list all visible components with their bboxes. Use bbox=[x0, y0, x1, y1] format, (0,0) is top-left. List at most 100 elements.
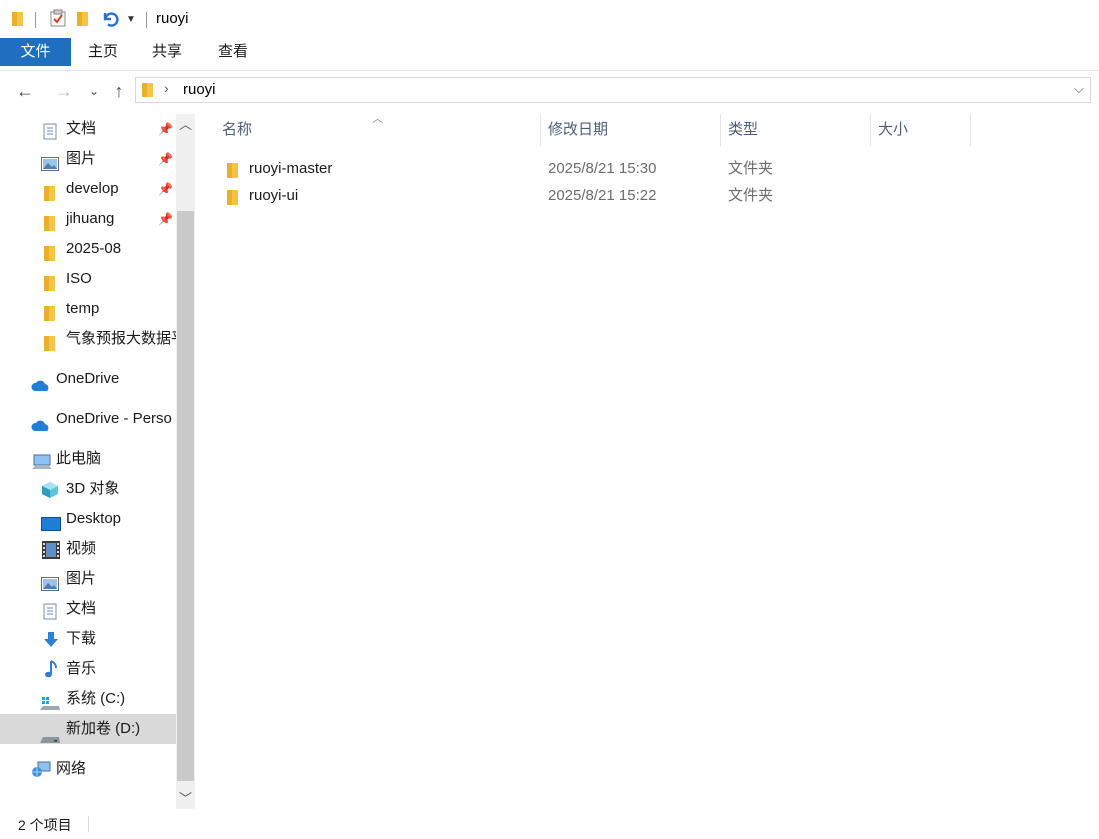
system-drive-icon bbox=[40, 692, 60, 714]
new-folder-icon[interactable] bbox=[77, 11, 89, 31]
file-modified: 2025/8/21 15:30 bbox=[548, 160, 657, 177]
column-header-type[interactable]: 类型 bbox=[728, 114, 858, 146]
column-header-name[interactable]: 名称 bbox=[222, 114, 532, 146]
ribbon-tabs: 文件 主页 共享 查看 bbox=[0, 38, 1099, 71]
folder-icon bbox=[44, 242, 56, 264]
folder-icon bbox=[12, 11, 24, 31]
documents-icon bbox=[42, 121, 58, 144]
nav-item-label: 系统 (C:) bbox=[66, 690, 126, 707]
nav-item-label: Desktop bbox=[66, 510, 122, 527]
nav-item-label: 新加卷 (D:) bbox=[66, 720, 141, 737]
nav-item-temp[interactable]: temp bbox=[0, 294, 176, 324]
drive-icon bbox=[40, 725, 60, 744]
scroll-up-chevron-icon[interactable]: ︿ bbox=[176, 116, 195, 134]
nav-item-videos[interactable]: 视频 bbox=[0, 534, 176, 564]
onedrive-icon bbox=[31, 373, 51, 394]
nav-item-label: 气象预报大数据平 bbox=[66, 330, 176, 347]
nav-item-label: 3D 对象 bbox=[66, 480, 120, 497]
file-name: ruoyi-master bbox=[249, 160, 333, 177]
breadcrumb-ruoyi[interactable]: ruoyi bbox=[183, 81, 216, 98]
onedrive-icon bbox=[31, 413, 51, 434]
recent-locations-chevron-icon[interactable]: ⌄ bbox=[82, 79, 106, 103]
nav-item-label: 文档 bbox=[66, 600, 97, 617]
column-divider[interactable] bbox=[870, 114, 871, 146]
properties-icon[interactable] bbox=[49, 9, 67, 31]
nav-item-drive-c[interactable]: 系统 (C:) bbox=[0, 684, 176, 714]
tab-file[interactable]: 文件 bbox=[0, 38, 71, 66]
nav-item-onedrive-personal[interactable]: OneDrive - Perso bbox=[0, 404, 176, 434]
nav-item-jihuang[interactable]: jihuang 📌 bbox=[0, 204, 176, 234]
nav-item-label: ISO bbox=[66, 270, 92, 287]
downloads-icon bbox=[42, 630, 60, 654]
status-divider bbox=[88, 816, 89, 832]
column-header-size[interactable]: 大小 bbox=[878, 114, 958, 146]
file-row[interactable]: ruoyi-master 2025/8/21 15:30 文件夹 bbox=[214, 155, 974, 182]
folder-icon bbox=[44, 302, 56, 324]
videos-icon bbox=[42, 540, 60, 564]
nav-item-2025-08[interactable]: 2025-08 bbox=[0, 234, 176, 264]
item-count: 2 个项目 bbox=[18, 817, 72, 833]
nav-item-label: 视频 bbox=[66, 540, 97, 557]
nav-item-pictures[interactable]: 图片 📌 bbox=[0, 144, 176, 174]
column-divider[interactable] bbox=[970, 114, 971, 146]
folder-icon bbox=[44, 212, 56, 234]
desktop-icon bbox=[41, 512, 61, 534]
nav-item-network[interactable]: 网络 bbox=[0, 754, 176, 784]
address-dropdown-icon[interactable]: ⌵ bbox=[1074, 81, 1084, 97]
this-pc-icon bbox=[32, 451, 52, 474]
pin-icon[interactable]: 📌 bbox=[158, 212, 173, 226]
nav-item-drive-d[interactable]: 新加卷 (D:) bbox=[0, 714, 176, 744]
column-divider[interactable] bbox=[720, 114, 721, 146]
nav-item-label: jihuang bbox=[66, 210, 115, 227]
toolbar-separator bbox=[35, 12, 36, 28]
nav-item-3d-objects[interactable]: 3D 对象 bbox=[0, 474, 176, 504]
music-icon bbox=[44, 659, 58, 684]
address-bar[interactable] bbox=[135, 77, 1091, 103]
nav-item-label: temp bbox=[66, 300, 100, 317]
nav-item-desktop[interactable]: Desktop bbox=[0, 504, 176, 534]
documents-icon bbox=[42, 601, 58, 624]
folder-icon bbox=[44, 332, 56, 354]
folder-icon bbox=[227, 187, 239, 214]
nav-pane-scroll-thumb[interactable] bbox=[177, 211, 194, 781]
nav-item-label: 音乐 bbox=[66, 660, 97, 677]
nav-item-pictures-pc[interactable]: 图片 bbox=[0, 564, 176, 594]
toolbar-separator bbox=[146, 12, 147, 28]
pictures-icon bbox=[41, 572, 59, 594]
tab-home[interactable]: 主页 bbox=[71, 38, 135, 66]
nav-item-documents-pc[interactable]: 文档 bbox=[0, 594, 176, 624]
nav-item-label: 图片 bbox=[66, 570, 97, 587]
nav-item-weather-forecast[interactable]: 气象预报大数据平 bbox=[0, 324, 176, 354]
pin-icon[interactable]: 📌 bbox=[158, 122, 173, 136]
customize-toolbar-icon[interactable]: ▼ bbox=[126, 14, 136, 25]
column-divider[interactable] bbox=[540, 114, 541, 146]
pin-icon[interactable]: 📌 bbox=[158, 152, 173, 166]
forward-arrow-icon[interactable]: → bbox=[52, 79, 76, 103]
nav-item-iso[interactable]: ISO bbox=[0, 264, 176, 294]
3d-objects-icon bbox=[41, 480, 59, 504]
folder-icon bbox=[142, 82, 154, 102]
nav-item-onedrive[interactable]: OneDrive bbox=[0, 364, 176, 394]
undo-icon[interactable] bbox=[100, 9, 120, 33]
up-arrow-icon[interactable]: ↑ bbox=[107, 79, 131, 103]
file-modified: 2025/8/21 15:22 bbox=[548, 187, 657, 204]
pictures-icon bbox=[41, 152, 59, 174]
folder-icon bbox=[44, 272, 56, 294]
scroll-down-chevron-icon[interactable]: ﹀ bbox=[176, 790, 195, 808]
nav-item-this-pc[interactable]: 此电脑 bbox=[0, 444, 176, 474]
file-name: ruoyi-ui bbox=[249, 187, 299, 204]
nav-item-downloads[interactable]: 下载 bbox=[0, 624, 176, 654]
tab-share[interactable]: 共享 bbox=[135, 38, 199, 66]
network-icon bbox=[31, 760, 51, 784]
tab-view[interactable]: 查看 bbox=[201, 38, 265, 66]
nav-item-develop[interactable]: develop 📌 bbox=[0, 174, 176, 204]
pin-icon[interactable]: 📌 bbox=[158, 182, 173, 196]
nav-item-label: 网络 bbox=[56, 760, 87, 777]
nav-item-documents[interactable]: 文档 📌 bbox=[0, 114, 176, 144]
breadcrumb-separator-icon[interactable]: › bbox=[164, 80, 169, 96]
nav-item-music[interactable]: 音乐 bbox=[0, 654, 176, 684]
column-header-date-modified[interactable]: 修改日期 bbox=[548, 114, 708, 146]
file-row[interactable]: ruoyi-ui 2025/8/21 15:22 文件夹 bbox=[214, 182, 974, 209]
back-arrow-icon[interactable]: ← bbox=[13, 79, 37, 103]
nav-item-label: 图片 bbox=[66, 150, 97, 167]
